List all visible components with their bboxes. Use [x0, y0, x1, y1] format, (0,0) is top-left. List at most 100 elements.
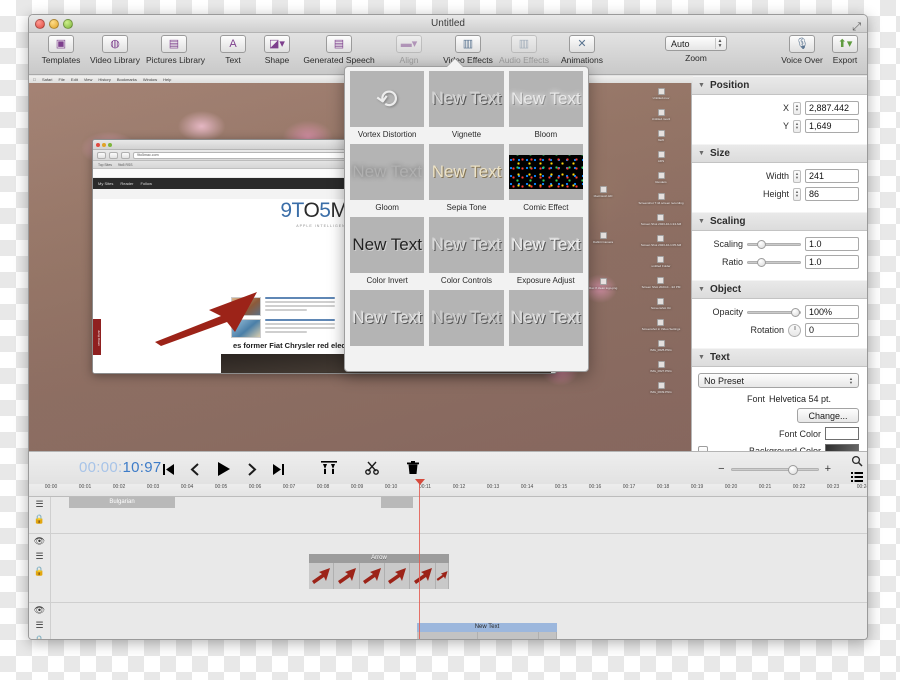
width-stepper[interactable]: ▲ ▼ — [793, 169, 801, 183]
desktop-icon[interactable]: Untitled.mov2 — [652, 109, 670, 121]
audio-clip-secondary[interactable] — [381, 497, 413, 508]
desktop-icon[interactable]: Screen Shot 2023-0...:22 PM — [642, 277, 680, 289]
desktop-icon[interactable]: Renders — [655, 172, 667, 184]
eye-icon[interactable]: 👁 — [34, 537, 45, 546]
video-effects-popover[interactable]: ⟲ Vortex Distortion New Text Vignette Ne… — [344, 66, 589, 372]
scaling-field[interactable]: 1.0 — [805, 237, 859, 251]
disclosure-triangle-icon[interactable]: ▼ — [698, 286, 705, 293]
section-header-object[interactable]: ▼ Object — [692, 280, 867, 299]
scaling-slider[interactable] — [747, 239, 801, 249]
desktop-icon[interactable]: IMG_0639.PNG — [650, 382, 672, 394]
section-header-position[interactable]: ▼ Position — [692, 76, 867, 95]
disclosure-triangle-icon[interactable]: ▼ — [698, 82, 705, 89]
playhead-marker[interactable] — [415, 479, 425, 485]
list-view-icon[interactable] — [851, 472, 863, 482]
desktop-icon[interactable]: Screenshot in Video Settings — [642, 319, 680, 331]
disclosure-triangle-icon[interactable]: ▼ — [698, 150, 705, 157]
effect-bloom[interactable]: New Text Bloom — [508, 71, 583, 140]
background-color-swatch[interactable] — [825, 444, 859, 451]
section-header-scaling[interactable]: ▼ Scaling — [692, 212, 867, 231]
toolbar-export[interactable]: ⬆▾ Export — [821, 35, 867, 65]
track-row-arrow[interactable]: 👁 ☰ 🔒 Arrow — [29, 534, 867, 603]
fullscreen-icon[interactable]: ⤢ — [852, 21, 861, 34]
desktop-icon[interactable]: Mac 8 clean logo.png — [589, 278, 617, 290]
opacity-field[interactable]: 100% — [805, 305, 859, 319]
track-header[interactable]: 👁 ☰ 🔒 — [29, 534, 51, 602]
toolbar-generated-speech[interactable]: ▤ Generated Speech — [297, 35, 381, 65]
go-to-end-icon[interactable] — [272, 463, 285, 476]
effect-vortex-distortion[interactable]: ⟲ Vortex Distortion — [350, 71, 425, 140]
red-arrow-overlay[interactable] — [149, 288, 259, 348]
track-list-icon[interactable]: ☰ — [35, 552, 43, 561]
lock-icon[interactable]: 🔒 — [34, 636, 45, 640]
search-icon[interactable] — [851, 455, 863, 467]
clip-new-text[interactable]: New Text New Text New Text N — [417, 623, 557, 639]
effect-row4-item3[interactable]: New Text — [508, 290, 583, 346]
y-stepper[interactable]: ▲ ▼ — [793, 119, 801, 133]
desktop-icon[interactable]: Untitled.mov — [653, 88, 669, 100]
toolbar-video-library[interactable]: ◍ Video Library — [87, 35, 143, 65]
ratio-slider[interactable] — [747, 257, 801, 267]
zoom-popup[interactable]: Auto ▲ ▼ — [665, 36, 727, 51]
desktop-icon[interactable]: untitled Folder — [651, 256, 671, 268]
desktop-icon[interactable]: Screen Shot 2023-10-1:24 AM — [641, 214, 681, 226]
rotation-dial[interactable] — [788, 323, 801, 337]
audio-clip-bulgarian[interactable]: Bulgarian — [69, 497, 175, 508]
effect-sepia-tone[interactable]: New Text Sepia Tone — [429, 144, 504, 213]
toolbar-templates[interactable]: ▣ Templates — [33, 35, 89, 65]
effect-row4-item1[interactable]: New Text — [350, 290, 425, 346]
track-row-text[interactable]: 👁 ☰ 🔒 New Text New Text New Text N — [29, 603, 867, 640]
toolbar-zoom-group[interactable]: Auto ▲ ▼ Zoom — [665, 36, 727, 63]
y-field[interactable]: 1,649 — [805, 119, 859, 133]
effect-row4-item2[interactable]: New Text — [429, 290, 504, 346]
track-list-icon[interactable]: ☰ — [35, 621, 43, 630]
play-icon[interactable] — [216, 461, 231, 477]
window-titlebar[interactable]: Untitled — [29, 15, 867, 33]
ratio-field[interactable]: 1.0 — [805, 255, 859, 269]
zoom-stepper[interactable]: ▲ ▼ — [715, 38, 724, 49]
toolbar-animations[interactable]: ✕ Animations — [551, 35, 613, 65]
section-header-text[interactable]: ▼ Text — [692, 348, 867, 367]
track-row-audio[interactable]: ☰ 🔒 Bulgarian — [29, 497, 867, 534]
split-scissors-icon[interactable] — [365, 461, 379, 475]
desktop-icon[interactable]: IMG_0625.PNG — [650, 340, 672, 352]
zoom-slider-knob[interactable] — [787, 464, 798, 475]
lock-icon[interactable]: 🔒 — [34, 515, 45, 524]
width-field[interactable]: 241 — [805, 169, 859, 183]
lock-icon[interactable]: 🔒 — [34, 567, 45, 576]
step-forward-icon[interactable] — [246, 462, 257, 476]
desktop-icon[interactable]: Screenshot On — [651, 298, 671, 310]
desktop-icon[interactable]: IMG_0627.PNG — [650, 361, 672, 373]
timeline-zoom-slider[interactable] — [730, 464, 819, 475]
go-to-start-icon[interactable] — [162, 463, 175, 476]
effect-exposure-adjust[interactable]: New Text Exposure Adjust — [508, 217, 583, 286]
effect-comic-effect[interactable]: Comic Effect — [508, 144, 583, 213]
markers-icon[interactable] — [321, 461, 337, 475]
desktop-icon[interactable]: Macintosh HD — [594, 186, 612, 198]
height-field[interactable]: 86 — [805, 187, 859, 201]
desktop-icon[interactable]: Screen Shot 2023-10-1:05 AM — [641, 235, 681, 247]
toolbar-align[interactable]: ▬▾ Align — [381, 35, 437, 65]
text-preset-popup[interactable]: No Preset ▲ ▼ — [698, 373, 859, 388]
opacity-slider[interactable] — [747, 307, 801, 317]
inspector-panel[interactable]: ▼ Position X ▲ ▼ 2,887.442 Y ▲ ▼ 1,649 ▼ S… — [691, 76, 867, 451]
track-header[interactable]: ☰ 🔒 — [29, 497, 51, 533]
height-stepper[interactable]: ▲ ▼ — [793, 187, 801, 201]
effect-color-invert[interactable]: New Text Color Invert — [350, 217, 425, 286]
effect-gloom[interactable]: New Text Gloom — [350, 144, 425, 213]
step-backward-icon[interactable] — [190, 462, 201, 476]
zoom-out-button[interactable]: − — [718, 463, 724, 475]
desktop-icon[interactable]: ADS — [657, 151, 665, 163]
effect-vignette[interactable]: New Text Vignette — [429, 71, 504, 140]
timeline-zoom-control[interactable]: − + — [718, 463, 831, 475]
section-header-size[interactable]: ▼ Size — [692, 144, 867, 163]
desktop-icon-column[interactable]: Untitled.mov Untitled.mov2 9to5 ADS Rend… — [633, 88, 689, 394]
toolbar-pictures-library[interactable]: ▤ Pictures Library — [146, 35, 205, 65]
desktop-icon[interactable]: Rabbit Camera — [593, 232, 613, 244]
track-header[interactable]: 👁 ☰ 🔒 — [29, 603, 51, 640]
rotation-field[interactable]: 0 — [805, 323, 859, 337]
delete-trash-icon[interactable] — [407, 461, 419, 475]
desktop-icon[interactable]: Screenshot 7:44 screen recording — [638, 193, 684, 205]
desktop-icon[interactable]: 9to5 — [657, 130, 665, 142]
x-field[interactable]: 2,887.442 — [805, 101, 859, 115]
